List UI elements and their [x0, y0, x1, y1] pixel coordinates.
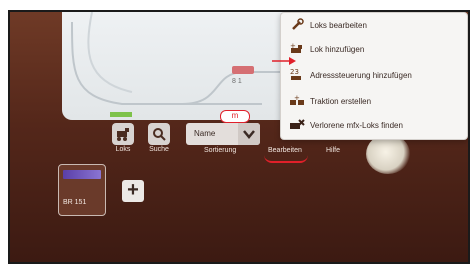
menu-item-edit-locos[interactable]: Loks bearbeiten	[289, 15, 367, 35]
sort-select[interactable]: Name	[186, 123, 260, 145]
locos-icon	[112, 123, 134, 145]
photo-frame: 8 1 m Loks Suche Name Sortierung Bearbei…	[8, 10, 470, 264]
wrench-icon	[289, 17, 305, 33]
menu-item-label: Lok hinzufügen	[310, 44, 365, 54]
edit-menu: Loks bearbeiten + Lok hinzufügen 23 Adre…	[280, 12, 468, 140]
add-loco-button[interactable]: +	[122, 180, 144, 202]
glare-reflection	[366, 134, 410, 174]
address-control-icon: 23	[289, 67, 305, 83]
search-label: Suche	[149, 146, 169, 153]
menu-item-label: Verlorene mfx-Loks finden	[310, 120, 403, 130]
find-lost-loco-icon	[289, 117, 305, 133]
menu-item-find-lost-locos[interactable]: Verlorene mfx-Loks finden	[289, 115, 403, 135]
annotation-arrow-icon	[272, 57, 296, 65]
menu-item-label: Traktion erstellen	[310, 96, 372, 106]
annotation-underline	[264, 155, 308, 163]
edit-button[interactable]: Bearbeiten	[268, 147, 302, 154]
menu-item-label: Adresssteuerung hinzufügen	[310, 70, 412, 80]
svg-text:+: +	[294, 94, 300, 102]
svg-text:+: +	[290, 42, 296, 50]
signal-marker[interactable]	[232, 66, 254, 74]
loco-card[interactable]: BR 151	[58, 164, 106, 216]
help-button[interactable]: Hilfe	[326, 147, 340, 154]
svg-text:23: 23	[290, 68, 299, 76]
loco-name: BR 151	[63, 199, 87, 206]
menu-item-create-traction[interactable]: + Traktion erstellen	[289, 91, 371, 111]
locos-label: Loks	[115, 146, 131, 153]
sort-label: Sortierung	[204, 147, 237, 154]
menu-item-add-loco[interactable]: + Lok hinzufügen	[289, 39, 364, 59]
track-occupied-marker	[110, 112, 132, 117]
locos-button[interactable]: Loks	[110, 123, 136, 153]
add-loco-icon: +	[289, 41, 305, 57]
menu-item-add-address-control[interactable]: 23 Adresssteuerung hinzufügen	[289, 65, 412, 85]
sort-value: Name	[194, 129, 216, 138]
m-tab[interactable]: m	[220, 110, 250, 123]
menu-item-label: Loks bearbeiten	[310, 20, 367, 30]
track-label: 8 1	[232, 78, 242, 85]
search-button[interactable]: Suche	[144, 123, 174, 153]
search-icon	[148, 123, 170, 145]
traction-icon: +	[289, 93, 305, 109]
loco-image	[63, 170, 101, 179]
chevron-down-icon	[238, 123, 260, 145]
